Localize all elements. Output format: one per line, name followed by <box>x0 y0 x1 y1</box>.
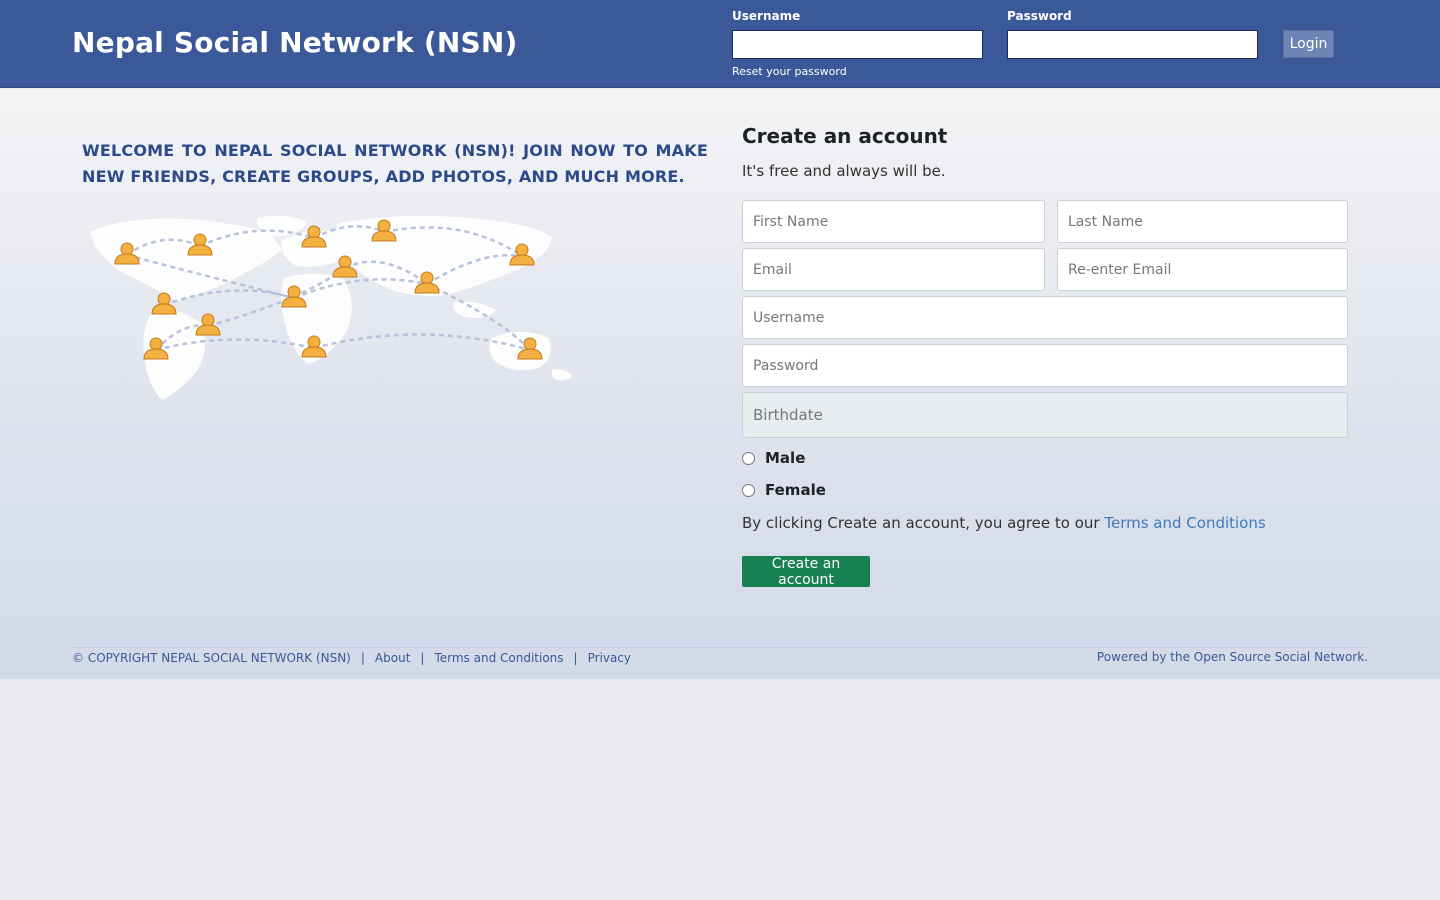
terms-agreement-prefix: By clicking Create an account, you agree… <box>742 514 1100 532</box>
powered-by-link[interactable]: Powered by the Open Source Social Networ… <box>1097 650 1368 664</box>
top-header-bar: Nepal Social Network (NSN) Username Pass… <box>0 0 1440 88</box>
footer-links: © COPYRIGHT NEPAL SOCIAL NETWORK (NSN) |… <box>72 651 631 665</box>
world-map-illustration <box>90 215 572 400</box>
footer-separator: | <box>573 651 578 665</box>
footer-separator: | <box>420 651 425 665</box>
first-name-input[interactable] <box>742 200 1045 243</box>
footer-copyright: © COPYRIGHT NEPAL SOCIAL NETWORK (NSN) <box>72 651 351 665</box>
signup-username-input[interactable] <box>742 296 1348 339</box>
terms-agreement-text: By clicking Create an account, you agree… <box>742 514 1266 532</box>
footer-privacy-link[interactable]: Privacy <box>588 651 631 665</box>
signup-title: Create an account <box>742 124 948 148</box>
footer-about-link[interactable]: About <box>375 651 410 665</box>
email-input[interactable] <box>742 248 1045 291</box>
login-password-input[interactable] <box>1007 30 1258 59</box>
signup-password-input[interactable] <box>742 344 1348 387</box>
gender-female-radio[interactable] <box>742 483 755 497</box>
create-account-button[interactable]: Create an account <box>742 556 870 588</box>
welcome-message: WELCOME TO NEPAL SOCIAL NETWORK (NSN)! J… <box>82 141 708 186</box>
gender-female-option[interactable]: Female <box>742 481 826 499</box>
terms-link[interactable]: Terms and Conditions <box>1104 514 1265 532</box>
footer-terms-link[interactable]: Terms and Conditions <box>434 651 563 665</box>
gender-male-radio[interactable] <box>742 451 755 465</box>
signup-subtitle: It's free and always will be. <box>742 162 946 180</box>
site-title[interactable]: Nepal Social Network (NSN) <box>72 26 517 59</box>
login-username-label: Username <box>732 9 801 23</box>
footer-separator: | <box>360 651 365 665</box>
login-password-label: Password <box>1007 9 1072 23</box>
gender-female-label: Female <box>765 481 826 499</box>
gender-male-label: Male <box>765 449 806 467</box>
login-button[interactable]: Login <box>1283 30 1334 58</box>
birthdate-input[interactable] <box>742 392 1348 438</box>
gender-male-option[interactable]: Male <box>742 449 805 467</box>
reset-password-link[interactable]: Reset your password <box>732 65 847 78</box>
login-username-input[interactable] <box>732 30 983 59</box>
reenter-email-input[interactable] <box>1057 248 1348 291</box>
last-name-input[interactable] <box>1057 200 1348 243</box>
footer-divider <box>72 647 1368 648</box>
